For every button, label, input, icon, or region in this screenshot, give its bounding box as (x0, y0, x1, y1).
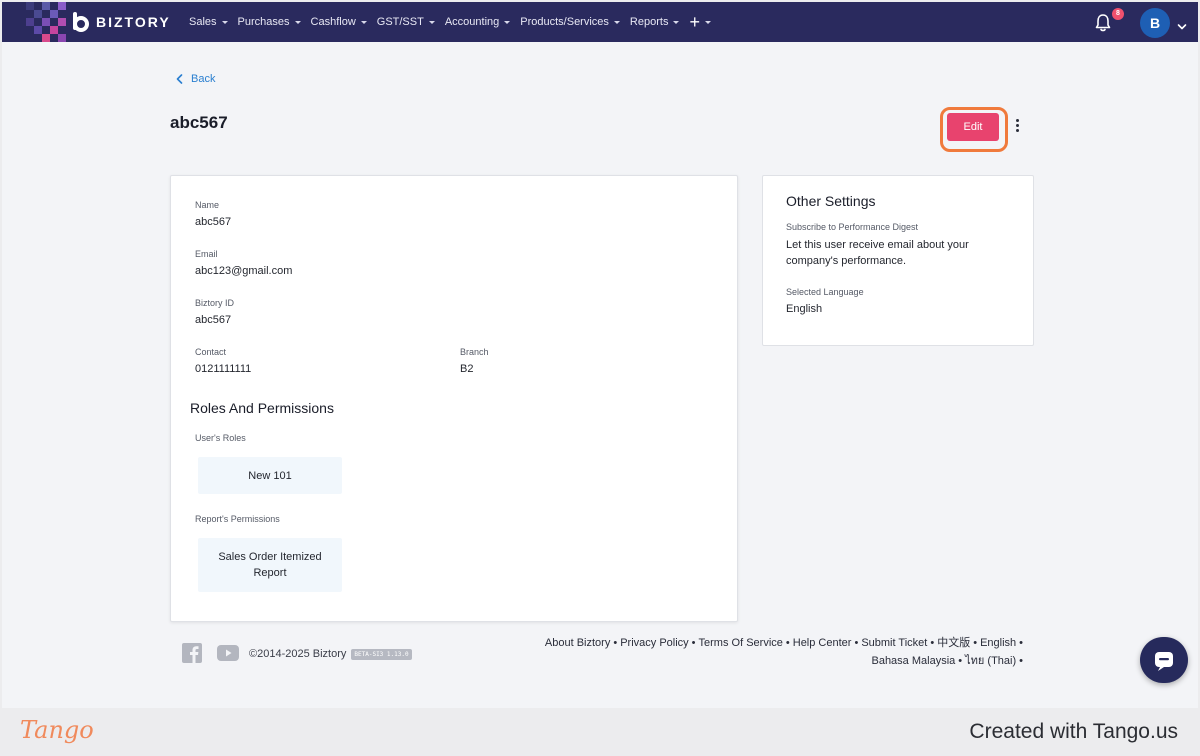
email-label: Email (195, 249, 218, 259)
kebab-menu-icon[interactable] (1012, 118, 1022, 136)
menu-accounting[interactable]: Accounting (444, 16, 511, 28)
other-settings-title: Other Settings (786, 193, 876, 209)
menu-label: Purchases (237, 16, 290, 28)
version-badge: BETA-SI3 1.13.0 (351, 648, 412, 660)
menu-label: Cashflow (310, 16, 356, 28)
footer-link-thai[interactable]: ไทย (Thai) (965, 655, 1016, 667)
chevron-down-icon (428, 20, 435, 24)
youtube-icon[interactable] (217, 645, 239, 661)
menu-reports[interactable]: Reports (630, 16, 680, 28)
menu-quick-add[interactable]: + (689, 13, 711, 31)
chevron-down-icon (613, 20, 620, 24)
footer-links-line-2: Bahasa Malaysia • ไทย (Thai) • (871, 655, 1023, 667)
edit-button[interactable]: Edit (947, 113, 999, 141)
branch-label: Branch (460, 347, 489, 357)
role-chip: New 101 (198, 457, 342, 494)
contact-label: Contact (195, 347, 227, 357)
bell-icon[interactable] (1094, 13, 1112, 33)
name-label: Name (195, 200, 220, 210)
language-value: English (786, 303, 823, 315)
back-link[interactable]: Back (176, 73, 215, 85)
chevron-down-icon (704, 20, 711, 24)
footer-links: About Biztory • Privacy Policy • Terms Of Se… (522, 634, 1026, 670)
footer-link-submit-ticket[interactable]: Submit Ticket (861, 637, 927, 649)
tango-logo: Tango (20, 716, 94, 744)
facebook-icon[interactable] (182, 643, 202, 663)
menu-gst-sst[interactable]: GST/SST (377, 16, 435, 28)
chat-icon (1155, 652, 1173, 671)
menu-sales[interactable]: Sales (189, 16, 228, 28)
top-nav: BIZTORY Sales Purchases Cashflow GST/SST… (2, 2, 1198, 42)
chevron-down-icon[interactable] (1177, 18, 1187, 30)
menu-label: Sales (189, 16, 217, 28)
biztory-id-label: Biztory ID (195, 298, 235, 308)
email-value: abc123@gmail.com (195, 265, 293, 277)
roles-section-title: Roles And Permissions (190, 400, 334, 416)
menu-label: GST/SST (376, 16, 424, 28)
menu-label: Reports (629, 16, 669, 28)
menu-purchases[interactable]: Purchases (238, 16, 301, 28)
plus-icon: + (689, 12, 700, 32)
contact-value: 0121111111 (195, 363, 252, 375)
footer-link-terms[interactable]: Terms Of Service (699, 637, 783, 649)
chevron-left-icon (176, 74, 183, 84)
name-value: abc567 (195, 216, 232, 228)
notification-badge: 8 (1112, 8, 1124, 20)
tango-created-text: Created with Tango.us (969, 720, 1178, 743)
digest-value: Let this user receive email about your c… (786, 239, 969, 267)
main-menu: Sales Purchases Cashflow GST/SST Account… (189, 2, 721, 42)
back-label: Back (191, 73, 216, 85)
chevron-down-icon (221, 20, 228, 24)
menu-products-services[interactable]: Products/Services (520, 16, 620, 28)
chevron-down-icon (360, 20, 367, 24)
footer-link-chinese[interactable]: 中文版 (937, 637, 970, 649)
copyright-text: ©2014-2025 Biztory (249, 648, 347, 660)
chevron-down-icon (294, 20, 301, 24)
digest-label: Subscribe to Performance Digest (786, 222, 919, 232)
footer-link-malay[interactable]: Bahasa Malaysia (871, 655, 955, 667)
brand-logo[interactable]: BIZTORY (70, 11, 171, 33)
footer-link-help[interactable]: Help Center (793, 637, 852, 649)
footer-links-line-1: About Biztory • Privacy Policy • Terms Of Se… (544, 637, 1023, 649)
other-settings-card: Other Settings Subscribe to Performance … (762, 175, 1034, 346)
footer-link-about[interactable]: About Biztory (545, 637, 610, 649)
avatar[interactable]: B (1140, 8, 1170, 38)
report-permissions-label: Report's Permissions (195, 514, 280, 524)
users-roles-label: User's Roles (195, 433, 246, 443)
page-title: abc567 (170, 113, 228, 132)
chat-launcher-button[interactable] (1140, 637, 1188, 683)
permission-chip: Sales Order Itemized Report (198, 538, 342, 592)
biztory-id-value: abc567 (195, 314, 232, 326)
footer-link-privacy[interactable]: Privacy Policy (620, 637, 688, 649)
copyright: ©2014-2025 Biztory BETA-SI3 1.13.0 (249, 648, 412, 660)
chevron-down-icon (504, 20, 511, 24)
footer-link-english[interactable]: English (980, 637, 1016, 649)
menu-cashflow[interactable]: Cashflow (311, 16, 367, 28)
brand-name: BIZTORY (96, 14, 171, 30)
brand-logo-icon (70, 11, 92, 33)
branch-value: B2 (460, 363, 474, 375)
app-window: BIZTORY Sales Purchases Cashflow GST/SST… (2, 2, 1198, 708)
language-label: Selected Language (786, 287, 864, 297)
user-details-card: Name abc567 Email abc123@gmail.com Bizto… (170, 175, 738, 622)
menu-label: Accounting (444, 16, 500, 28)
chevron-down-icon (673, 20, 680, 24)
menu-label: Products/Services (520, 16, 609, 28)
